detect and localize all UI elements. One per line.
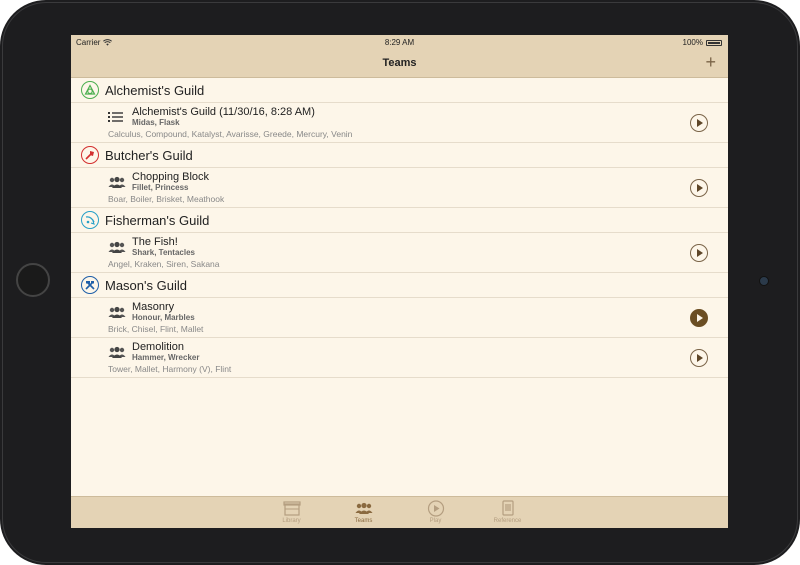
team-members: Angel, Kraken, Siren, Sakana	[108, 259, 220, 269]
navigation-bar: Teams +	[71, 50, 728, 78]
battery-icon	[706, 39, 722, 46]
team-members: Boar, Boiler, Brisket, Meathook	[108, 194, 225, 204]
reference-icon	[499, 500, 517, 517]
section-header: Alchemist's Guild	[71, 78, 728, 103]
play-icon	[427, 500, 445, 517]
alchemist-guild-icon	[81, 81, 99, 99]
tab-label: Play	[429, 518, 442, 524]
tab-reference[interactable]: Reference	[483, 497, 533, 528]
play-icon	[697, 119, 703, 127]
team-leaders: Hammer, Wrecker	[132, 353, 200, 362]
butcher-guild-icon	[81, 146, 99, 164]
play-icon	[697, 249, 703, 257]
tab-library[interactable]: Library	[267, 497, 317, 528]
team-row[interactable]: Masonry Honour, Marbles Brick, Chisel, Fli…	[71, 298, 728, 338]
status-time: 8:29 AM	[384, 38, 415, 47]
status-bar: Carrier 8:29 AM 100%	[71, 35, 728, 50]
tab-label: Reference	[493, 518, 522, 524]
team-leaders: Midas, Flask	[132, 118, 180, 127]
section-title: Fisherman's Guild	[105, 212, 210, 228]
section-header: Butcher's Guild	[71, 143, 728, 168]
team-leaders: Fillet, Princess	[132, 183, 189, 192]
teams-icon	[355, 500, 373, 517]
tab-label: Library	[282, 518, 301, 524]
team-name: Demolition	[132, 341, 184, 353]
camera	[759, 276, 769, 286]
list-icon	[108, 110, 126, 124]
play-team-button[interactable]	[690, 179, 708, 197]
section-title: Mason's Guild	[105, 277, 187, 293]
screen: Carrier 8:29 AM 100% Teams + Alchemist's…	[71, 35, 728, 528]
fisherman-guild-icon	[81, 211, 99, 229]
play-icon	[697, 184, 703, 192]
team-icon	[108, 305, 126, 319]
section-header: Mason's Guild	[71, 273, 728, 298]
team-leaders: Honour, Marbles	[132, 313, 195, 322]
team-icon	[108, 240, 126, 254]
mason-guild-icon	[81, 276, 99, 294]
team-name: Masonry	[132, 301, 175, 313]
team-members: Calculus, Compound, Katalyst, Avarisse, …	[108, 129, 353, 139]
team-row[interactable]: Alchemist's Guild (11/30/16, 8:28 AM) Mid…	[71, 103, 728, 143]
play-team-button[interactable]	[690, 114, 708, 132]
tab-label: Teams	[354, 518, 373, 524]
team-members: Tower, Mallet, Harmony (V), Flint	[108, 364, 232, 374]
team-row[interactable]: The Fish! Shark, Tentacles Angel, Kraken, …	[71, 233, 728, 273]
play-team-button[interactable]	[690, 349, 708, 367]
battery-percent: 100%	[682, 38, 703, 47]
team-leaders: Shark, Tentacles	[132, 248, 195, 257]
team-name: Chopping Block	[132, 171, 210, 183]
play-icon	[697, 354, 703, 362]
add-team-button[interactable]: +	[705, 53, 716, 71]
tab-bar: Library Teams Play Reference	[71, 496, 728, 528]
play-icon	[697, 314, 703, 322]
team-row[interactable]: Demolition Hammer, Wrecker Tower, Mallet, …	[71, 338, 728, 378]
team-name: Alchemist's Guild (11/30/16, 8:28 AM)	[132, 106, 315, 118]
battery-status: 100%	[683, 38, 722, 47]
team-row[interactable]: Chopping Block Fillet, Princess Boar, Boil…	[71, 168, 728, 208]
library-icon	[282, 500, 301, 517]
section-header: Fisherman's Guild	[71, 208, 728, 233]
page-title: Teams	[382, 57, 417, 69]
section-title: Butcher's Guild	[105, 147, 193, 163]
home-button[interactable]	[16, 263, 50, 297]
team-name: The Fish!	[132, 236, 178, 248]
section-title: Alchemist's Guild	[105, 82, 205, 98]
ipad-frame: Carrier 8:29 AM 100% Teams + Alchemist's…	[0, 0, 800, 565]
tab-play[interactable]: Play	[411, 497, 461, 528]
team-icon	[108, 345, 126, 359]
play-team-button[interactable]	[690, 244, 708, 262]
tab-teams[interactable]: Teams	[339, 497, 389, 528]
play-team-button[interactable]	[690, 309, 708, 327]
team-icon	[108, 175, 126, 189]
team-members: Brick, Chisel, Flint, Mallet	[108, 324, 204, 334]
teams-list: Alchemist's Guild Alchemist's Guild (11/3…	[71, 78, 728, 378]
